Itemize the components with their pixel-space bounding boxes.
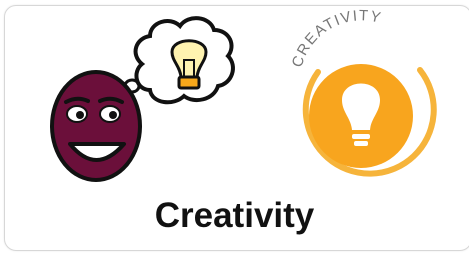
creativity-lightbulb-badge-icon: CREATIVITY xyxy=(289,7,437,177)
card-artwork: CREATIVITY xyxy=(50,7,437,182)
face xyxy=(50,70,142,182)
card-label: Creativity xyxy=(154,196,315,235)
right-pupil xyxy=(109,111,117,119)
badge-bulb-base-1 xyxy=(352,134,370,139)
bulb-base xyxy=(177,75,201,90)
thinking-face-lightbulb-icon xyxy=(50,16,235,182)
badge-bulb-base-2 xyxy=(354,141,368,146)
left-pupil xyxy=(76,111,84,119)
badge-text: CREATIVITY xyxy=(289,7,384,69)
